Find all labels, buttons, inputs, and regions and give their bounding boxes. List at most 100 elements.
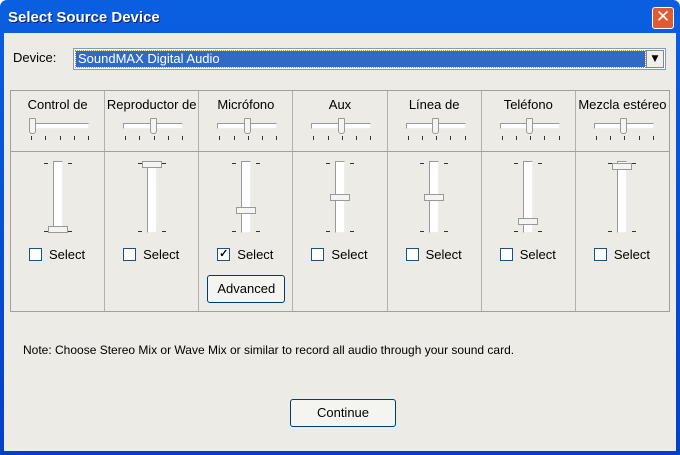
tick — [59, 136, 61, 140]
volume-slider-track[interactable] — [52, 161, 63, 233]
balance-slider-thumb[interactable] — [149, 118, 157, 134]
tick — [624, 136, 626, 140]
tick — [444, 231, 449, 232]
channel-name: Reproductor de — [106, 97, 197, 112]
tick — [262, 136, 264, 140]
tick — [182, 136, 184, 140]
tick — [514, 231, 519, 232]
balance-ticks — [219, 136, 278, 140]
volume-slider-thumb[interactable] — [612, 162, 633, 170]
checkbox-box[interactable] — [311, 248, 325, 261]
advanced-button[interactable]: Advanced — [207, 275, 286, 303]
tick — [276, 136, 278, 140]
balance-slider-thumb[interactable] — [29, 118, 36, 134]
select-checkbox[interactable]: Select — [29, 247, 85, 262]
tick — [233, 136, 235, 140]
volume-slider-thumb[interactable] — [235, 206, 256, 214]
channel-name: Micrófono — [217, 97, 275, 112]
dialog-window: Select Source Device ✕ Device: SoundMAX … — [0, 0, 680, 455]
volume-slider-thumb[interactable] — [47, 226, 68, 233]
balance-ticks — [125, 136, 184, 140]
chevron-down-icon[interactable]: ▼ — [646, 50, 664, 68]
tick — [255, 231, 260, 232]
tick — [43, 163, 48, 164]
balance-slider-thumb[interactable] — [432, 118, 440, 134]
checkbox-box[interactable] — [123, 248, 137, 261]
tick — [370, 136, 372, 140]
tick — [558, 136, 560, 140]
tick — [595, 136, 597, 140]
window-title: Select Source Device — [8, 9, 160, 26]
checkbox-box[interactable] — [405, 248, 419, 261]
select-checkbox[interactable]: Select — [593, 247, 650, 262]
volume-slider-thumb[interactable] — [424, 193, 445, 201]
balance-slider-thumb[interactable] — [337, 118, 345, 134]
volume-slider-track[interactable] — [617, 161, 628, 233]
tick — [638, 136, 640, 140]
select-label: Select — [613, 247, 650, 262]
volume-slider-thumb[interactable] — [329, 193, 350, 201]
tick — [153, 136, 155, 140]
tick — [464, 136, 466, 140]
tick — [501, 136, 503, 140]
balance-slider-thumb[interactable] — [620, 118, 628, 134]
tick — [610, 136, 612, 140]
checkbox-box[interactable] — [499, 248, 513, 261]
tick — [436, 136, 438, 140]
tick — [247, 136, 249, 140]
select-label: Select — [519, 247, 556, 262]
select-checkbox[interactable]: ✓ Select — [217, 247, 273, 262]
balance-ticks — [31, 136, 89, 140]
close-icon[interactable]: ✕ — [652, 7, 674, 29]
volume-slider-track[interactable] — [240, 161, 251, 233]
checkbox-box[interactable] — [593, 248, 607, 261]
balance-slider-thumb[interactable] — [526, 118, 534, 134]
tick — [67, 163, 72, 164]
balance-slider-thumb[interactable] — [243, 118, 251, 134]
continue-button[interactable]: Continue — [290, 399, 396, 427]
channel-name: Teléfono — [503, 97, 553, 112]
select-checkbox[interactable]: Select — [499, 247, 556, 262]
tick — [161, 163, 166, 164]
tick — [420, 231, 425, 232]
tick — [231, 163, 236, 164]
select-checkbox[interactable]: Select — [123, 247, 179, 262]
checkbox-box[interactable] — [29, 248, 42, 261]
select-checkbox[interactable]: Select — [405, 247, 462, 262]
select-checkbox[interactable]: Select — [311, 247, 368, 262]
tick — [608, 231, 613, 232]
select-label: Select — [237, 247, 274, 262]
volume-slider-thumb[interactable] — [518, 218, 539, 226]
select-label: Select — [331, 247, 368, 262]
tick — [341, 136, 343, 140]
tick — [444, 163, 449, 164]
tick — [514, 163, 519, 164]
select-label: Select — [143, 247, 180, 262]
select-label: Select — [49, 247, 86, 262]
tick — [544, 136, 546, 140]
tick — [538, 231, 543, 232]
tick — [349, 163, 354, 164]
tick — [139, 136, 141, 140]
tick — [45, 136, 47, 140]
device-selected-value: SoundMAX Digital Audio — [75, 50, 646, 68]
balance-ticks — [595, 136, 654, 140]
tick — [515, 136, 517, 140]
tick — [231, 231, 236, 232]
mixer-panel: Control de Select Reproductor de Select … — [10, 90, 670, 312]
channel-name: Aux — [328, 97, 352, 112]
tick — [420, 163, 425, 164]
device-select[interactable]: SoundMAX Digital Audio ▼ — [73, 48, 666, 70]
checkbox-box[interactable]: ✓ — [217, 248, 231, 261]
tick — [313, 136, 315, 140]
tick — [421, 136, 423, 140]
tick — [652, 136, 654, 140]
volume-slider-track[interactable] — [146, 161, 157, 233]
tick — [88, 136, 89, 140]
balance-slider-track[interactable] — [29, 123, 89, 129]
mixer-column: Línea de Select — [388, 91, 482, 311]
tick — [632, 231, 637, 232]
mixer-column: Micrófono ✓ Select Advanced — [199, 91, 294, 311]
volume-slider-thumb[interactable] — [141, 161, 162, 168]
tick — [325, 163, 330, 164]
